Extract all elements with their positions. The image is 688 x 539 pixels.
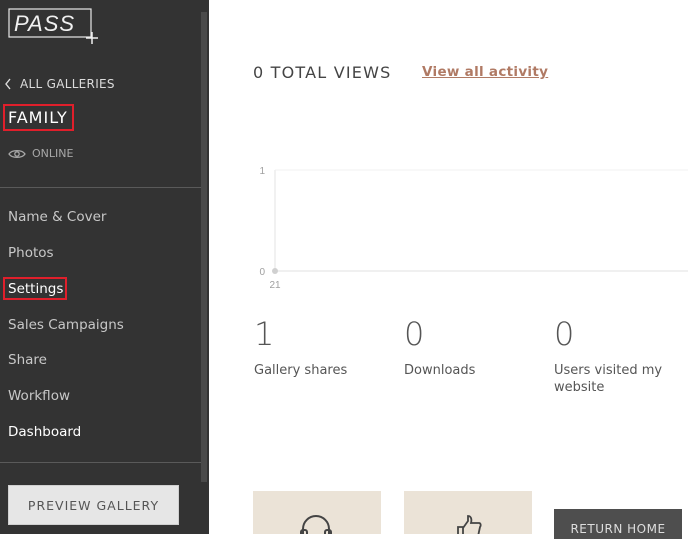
stat-label: Downloads	[404, 363, 476, 378]
chevron-left-icon	[5, 78, 11, 90]
status-label: ONLINE	[32, 147, 74, 160]
sidebar-item-dashboard[interactable]: Dashboard	[8, 423, 81, 441]
chart-y-tick-label: 1	[259, 166, 265, 177]
stat-value: 0	[404, 315, 425, 353]
gallery-name: FAMILY	[3, 104, 74, 131]
chart-y-tick-label: 0	[259, 267, 265, 278]
sidebar: PASS ALL GALLERIES FAMILY ONLINE Name & …	[0, 0, 209, 534]
stat-users-visited: 0 Users visited my website	[554, 314, 674, 396]
views-chart: 1 0 21	[259, 166, 688, 291]
gallery-status[interactable]: ONLINE	[8, 147, 73, 160]
total-views: 0 TOTAL VIEWS	[253, 63, 392, 82]
view-all-activity-link[interactable]: View all activity	[422, 64, 548, 80]
sidebar-item-share[interactable]: Share	[8, 351, 47, 369]
support-card[interactable]	[253, 491, 381, 534]
pass-logo[interactable]: PASS	[8, 8, 100, 46]
logo-text: PASS	[14, 11, 75, 36]
feedback-card[interactable]	[404, 491, 532, 534]
return-home-button[interactable]: RETURN HOME	[554, 509, 682, 539]
stat-downloads: 0 Downloads	[404, 314, 544, 379]
sidebar-scrollbar[interactable]	[201, 12, 207, 482]
all-galleries-link[interactable]: ALL GALLERIES	[4, 76, 115, 92]
sidebar-item-sales-campaigns[interactable]: Sales Campaigns	[8, 316, 124, 334]
thumbs-up-icon	[457, 515, 482, 534]
sidebar-divider	[0, 187, 201, 188]
stat-gallery-shares: 1 Gallery shares	[254, 314, 394, 379]
sidebar-item-settings[interactable]: Settings	[3, 277, 68, 300]
sidebar-item-photos[interactable]: Photos	[8, 244, 54, 262]
stat-value: 1	[254, 315, 275, 353]
eye-icon	[8, 149, 26, 158]
sidebar-item-name-cover[interactable]: Name & Cover	[8, 208, 106, 226]
stat-label: Gallery shares	[254, 363, 348, 378]
stat-value: 0	[554, 315, 575, 353]
chart-x-tick-label: 21	[269, 280, 281, 291]
all-galleries-label: ALL GALLERIES	[20, 77, 115, 91]
sidebar-divider-bottom	[0, 462, 201, 463]
headphones-icon	[300, 515, 332, 534]
stat-label: Users visited my website	[554, 363, 663, 395]
sidebar-item-workflow[interactable]: Workflow	[8, 387, 70, 405]
preview-gallery-button[interactable]: PREVIEW GALLERY	[8, 485, 179, 525]
chart-data-point	[272, 268, 278, 274]
